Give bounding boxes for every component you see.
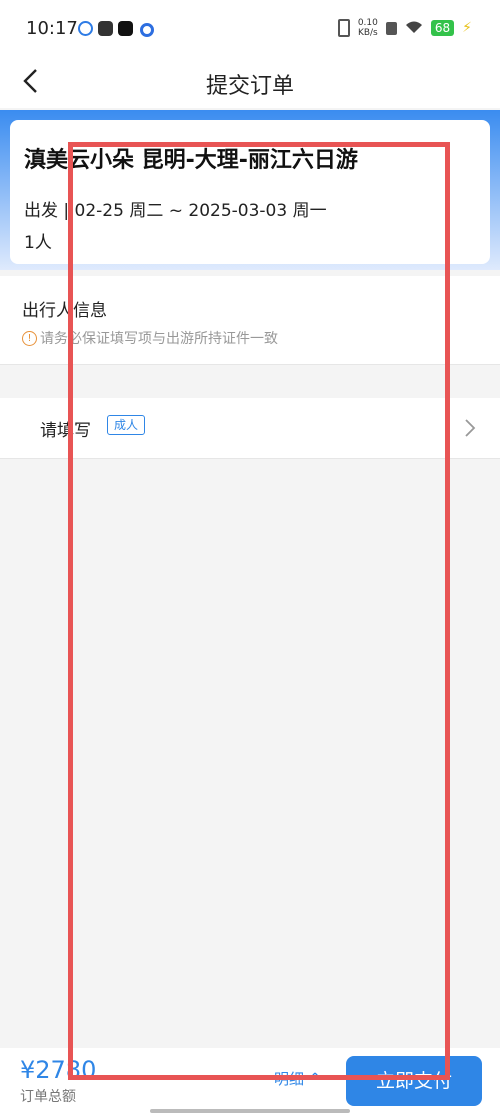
traveler-count: 1人 xyxy=(24,233,52,253)
section-title: 出行人信息 xyxy=(22,301,107,321)
order-total-price: ¥2780 xyxy=(20,1056,97,1084)
chevron-right-icon xyxy=(464,418,476,438)
network-speed-unit: KB/s xyxy=(357,28,378,38)
vibrate-icon xyxy=(337,19,350,37)
circle-app-icon xyxy=(140,23,154,37)
trip-card: 滇美云小朵 昆明-大理-丽江六日游 出发 | 02-25 周二 ~ 2025-0… xyxy=(10,120,490,264)
status-right-icons: 0.10 KB/s 68 ⚡ xyxy=(337,18,472,38)
battery-icon: 68 xyxy=(430,20,455,36)
fill-traveler-row[interactable]: 请填写 成人 xyxy=(0,398,500,459)
page-title: 提交订单 xyxy=(205,74,294,99)
status-bar: 10:17 0.10 KB/s 68 ⚡ xyxy=(0,0,500,58)
trip-title: 滇美云小朵 昆明-大理-丽江六日游 xyxy=(24,148,358,173)
id-notice: ! 请务必保证填写项与出游所持证件一致 xyxy=(22,328,278,348)
trip-dates: 出发 | 02-25 周二 ~ 2025-03-03 周一 xyxy=(24,201,327,221)
network-speed: 0.10 KB/s xyxy=(358,18,378,38)
adult-tag: 成人 xyxy=(107,415,146,435)
tiktok-icon xyxy=(118,21,133,36)
traveler-info-section: 出行人信息 ! 请务必保证填写项与出游所持证件一致 xyxy=(0,276,500,365)
fill-label: 请填写 xyxy=(40,421,91,441)
app-icon xyxy=(98,21,113,36)
section-gap xyxy=(0,365,500,397)
charging-icon: ⚡ xyxy=(462,20,472,36)
nav-bar: 提交订单 xyxy=(0,58,500,108)
sim-off-icon xyxy=(385,21,397,35)
wifi-icon xyxy=(405,20,423,37)
network-speed-value: 0.10 xyxy=(357,18,378,28)
order-total-label: 订单总额 xyxy=(20,1089,76,1105)
pay-now-button[interactable]: 立即支付 xyxy=(346,1056,482,1106)
notification-icon xyxy=(78,21,93,36)
status-time: 10:17 xyxy=(26,18,78,39)
price-detail-toggle[interactable]: 明细 ^ xyxy=(274,1068,321,1089)
notice-text: 请务必保证填写项与出游所持证件一致 xyxy=(40,331,278,347)
home-indicator xyxy=(150,1109,350,1113)
bottom-bar: ¥2780 订单总额 明细 ^ 立即支付 xyxy=(0,1048,500,1115)
info-icon: ! xyxy=(22,330,37,346)
